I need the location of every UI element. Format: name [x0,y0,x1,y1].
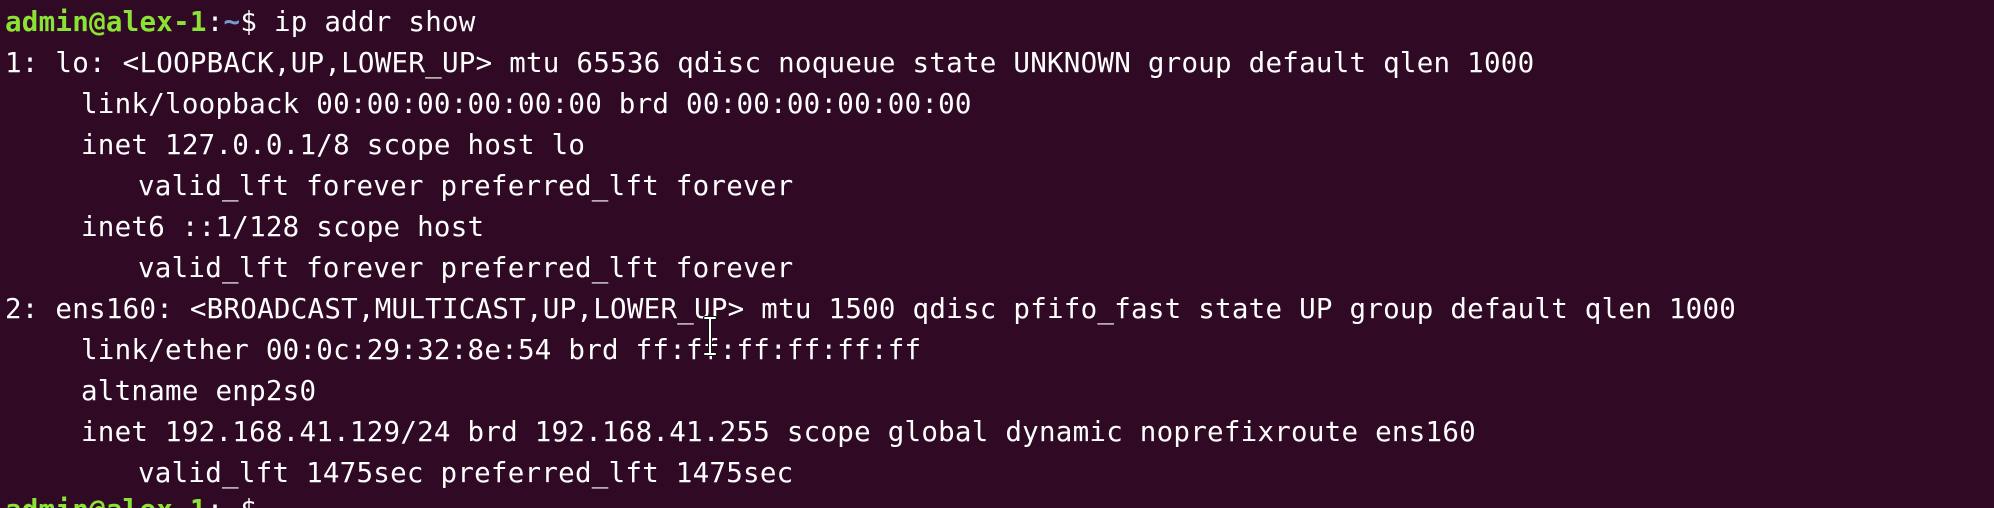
text-ibeam-cursor-icon [703,316,717,356]
command-text: ip addr show [273,6,476,38]
output-line-lo-header: 1: lo: <LOOPBACK,UP,LOWER_UP> mtu 65536 … [5,47,1535,79]
terminal-window[interactable]: admin@alex-1:~$ ip addr show 1: lo: <LOO… [0,0,1994,508]
output-line-ens160-altname: altname enp2s0 [81,375,317,407]
next-prompt-colon: : [207,494,224,508]
prompt-symbol: $ [240,6,274,38]
command-line: admin@alex-1:~$ ip addr show [5,2,476,43]
prompt-user-host: admin@alex-1 [5,6,207,38]
output-line-ens160-header: 2: ens160: <BROADCAST,MULTICAST,UP,LOWER… [5,293,1737,325]
output-line-ens160-link: link/ether 00:0c:29:32:8e:54 brd ff:ff:f… [81,334,922,366]
output-line-lo-inet6-lifetime: valid_lft forever preferred_lft forever [138,252,794,284]
next-prompt-user-host: admin@alex-1 [5,494,207,508]
output-line-lo-inet6: inet6 ::1/128 scope host [81,211,485,243]
output-line-ens160-inet: inet 192.168.41.129/24 brd 192.168.41.25… [81,416,1476,448]
prompt-colon: : [206,6,224,38]
output-line-ens160-lifetime: valid_lft 1475sec preferred_lft 1475sec [138,457,794,489]
next-prompt-path: ~ [224,494,241,508]
next-prompt-symbol: $ [240,494,274,508]
prompt-path: ~ [223,6,241,38]
output-line-lo-inet: inet 127.0.0.1/8 scope host lo [81,129,586,161]
next-prompt-line-partial: admin@alex-1:~$ [5,490,274,508]
output-line-lo-inet-lifetime: valid_lft forever preferred_lft forever [138,170,794,202]
output-line-lo-link: link/loopback 00:00:00:00:00:00 brd 00:0… [81,88,972,120]
